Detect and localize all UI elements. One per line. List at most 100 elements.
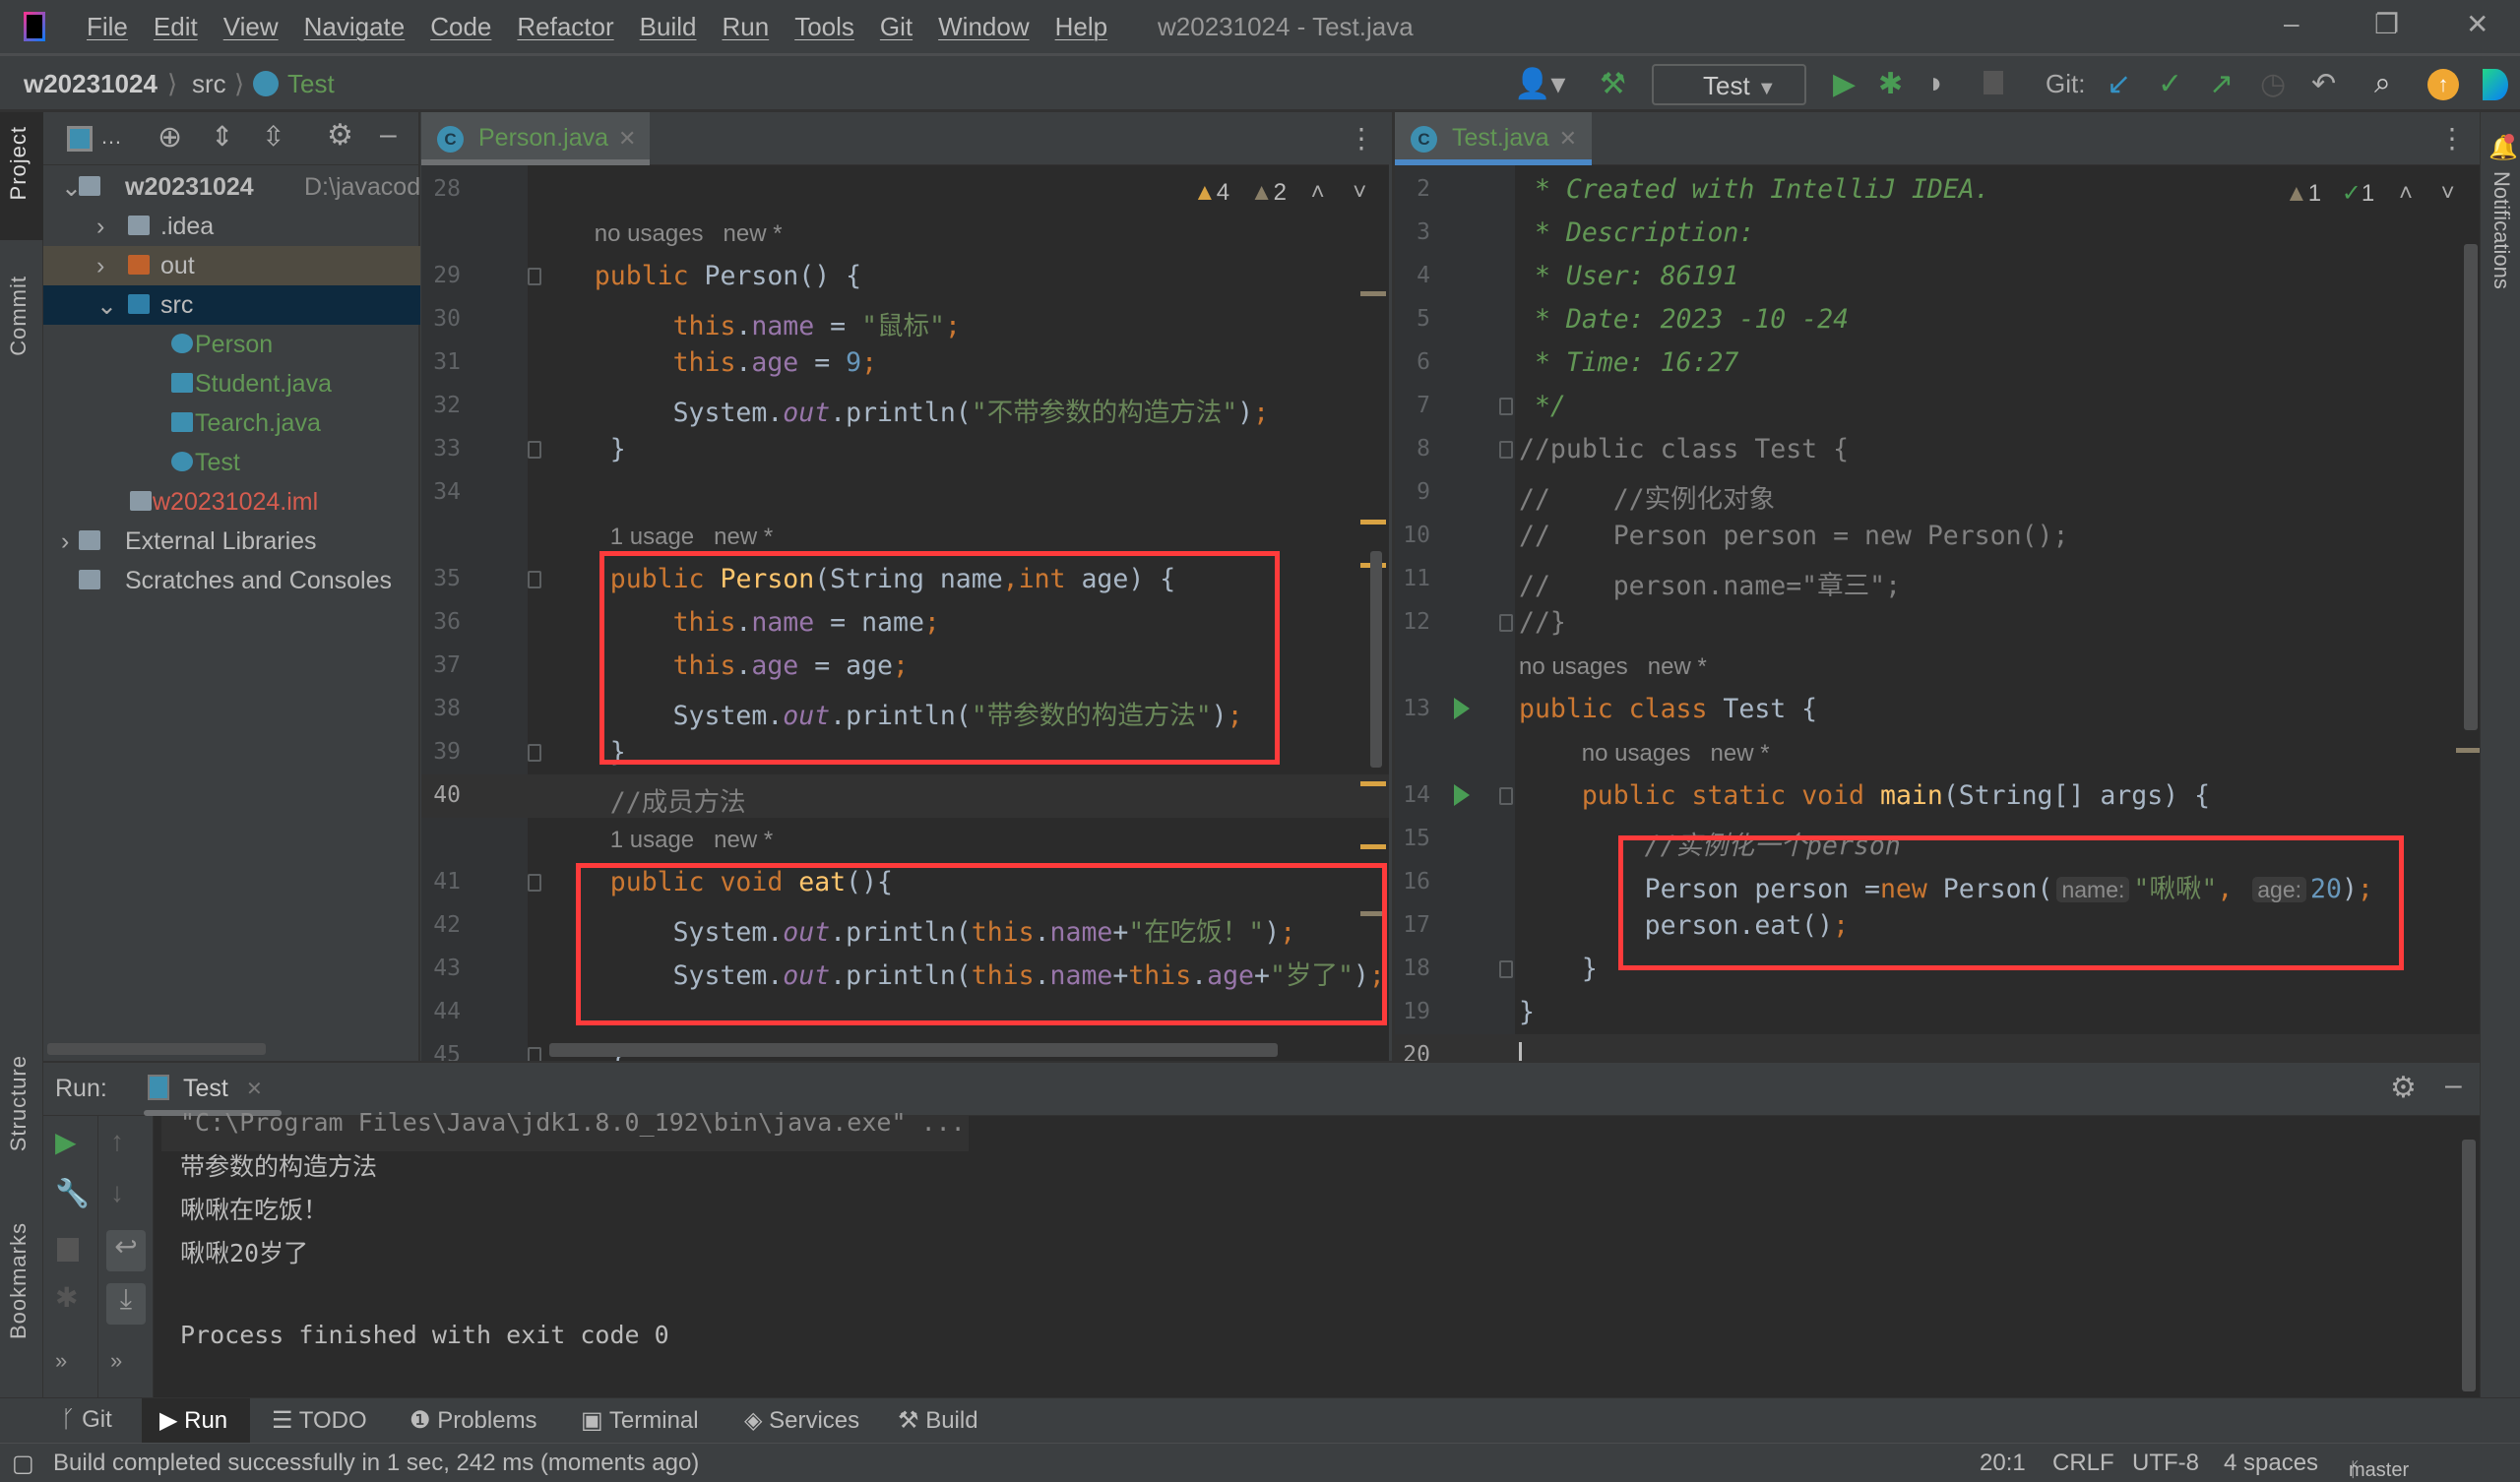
line-number[interactable]: 14 bbox=[1395, 782, 1430, 808]
more-icon[interactable]: » bbox=[55, 1348, 67, 1374]
tool-tab-structure[interactable]: Structure bbox=[6, 1055, 32, 1151]
gear-icon[interactable]: ⚙ bbox=[327, 118, 353, 153]
run-gutter-icon[interactable] bbox=[1454, 698, 1470, 719]
chevron-down-icon[interactable]: ⌄ bbox=[96, 291, 117, 321]
line-number[interactable]: 31 bbox=[421, 349, 461, 375]
tool-tab-problems[interactable]: ❶ Problems bbox=[410, 1406, 537, 1435]
tool-tab-build[interactable]: ⚒ Build bbox=[898, 1406, 978, 1435]
line-number[interactable]: 42 bbox=[421, 912, 461, 938]
v-scrollbar[interactable] bbox=[2464, 244, 2478, 730]
status-message[interactable]: Build completed successfully in 1 sec, 2… bbox=[53, 1450, 699, 1477]
chevron-right-icon[interactable]: › bbox=[61, 527, 69, 556]
tab-person-java[interactable]: C Person.java ✕ bbox=[421, 112, 650, 165]
line-number[interactable]: 37 bbox=[421, 652, 461, 678]
prev-highlight-icon[interactable]: ˄ bbox=[1311, 179, 1325, 206]
error-stripe-mark[interactable] bbox=[1360, 844, 1386, 849]
menu-window[interactable]: Window bbox=[938, 12, 1029, 42]
line-number[interactable]: 8 bbox=[1395, 436, 1430, 462]
tool-tab-notifications[interactable]: Notifications bbox=[2488, 171, 2514, 289]
indent-setting[interactable]: 4 spaces bbox=[2224, 1450, 2318, 1477]
line-number[interactable]: 39 bbox=[421, 739, 461, 765]
wrench-icon[interactable]: 🔧 bbox=[55, 1177, 90, 1209]
menu-navigate[interactable]: Navigate bbox=[304, 12, 406, 42]
usage-hint[interactable]: no usages new * bbox=[1582, 740, 1770, 768]
git-update-icon[interactable]: ↙ bbox=[2107, 67, 2131, 101]
rollback-icon[interactable]: ↶ bbox=[2311, 67, 2336, 101]
status-panel-icon[interactable]: ▢ bbox=[12, 1450, 34, 1478]
coverage-icon[interactable]: ◗ bbox=[1927, 67, 1945, 100]
line-number[interactable]: 11 bbox=[1395, 566, 1430, 591]
close-tab-icon[interactable]: ✕ bbox=[1559, 126, 1577, 151]
tree-item[interactable]: › .idea bbox=[43, 207, 420, 246]
tree-item[interactable]: ⌄ src bbox=[43, 285, 420, 325]
more-icon[interactable]: » bbox=[110, 1348, 122, 1374]
line-number[interactable]: 10 bbox=[1395, 523, 1430, 548]
tool-tab-terminal[interactable]: ▣ Terminal bbox=[581, 1406, 699, 1435]
history-icon[interactable]: ◷ bbox=[2260, 67, 2286, 101]
stop-icon[interactable] bbox=[57, 1238, 79, 1262]
tree-item[interactable]: Test bbox=[43, 443, 420, 482]
tool-tab-git[interactable]: ᚴ Git bbox=[61, 1406, 112, 1434]
menu-tools[interactable]: Tools bbox=[794, 12, 854, 42]
fold-icon[interactable] bbox=[1499, 441, 1513, 459]
menu-help[interactable]: Help bbox=[1055, 12, 1107, 42]
breadcrumb-project[interactable]: w20231024 bbox=[24, 69, 158, 99]
line-number[interactable]: 44 bbox=[421, 999, 461, 1024]
line-separator[interactable]: CRLF bbox=[2052, 1450, 2114, 1477]
run-icon[interactable]: ▶ bbox=[1833, 67, 1856, 101]
error-stripe-mark[interactable] bbox=[1360, 291, 1386, 296]
tab-test-java[interactable]: C Test.java ✕ bbox=[1395, 112, 1592, 165]
error-stripe-mark[interactable] bbox=[1360, 520, 1386, 525]
user-icon[interactable]: 👤▾ bbox=[1514, 67, 1565, 101]
collapse-all-icon[interactable]: ⇳ bbox=[262, 120, 284, 153]
line-number[interactable]: 35 bbox=[421, 566, 461, 591]
tree-item[interactable]: Tearch.java bbox=[43, 403, 420, 443]
rerun-icon[interactable]: ▶ bbox=[55, 1126, 77, 1158]
tree-item[interactable]: › External Libraries bbox=[43, 522, 420, 561]
chevron-right-icon[interactable]: › bbox=[96, 213, 104, 241]
line-number[interactable]: 4 bbox=[1395, 263, 1430, 288]
line-number[interactable]: 17 bbox=[1395, 912, 1430, 938]
run-gutter-icon[interactable] bbox=[1454, 784, 1470, 806]
tool-tab-project[interactable]: Project bbox=[6, 126, 32, 200]
hide-icon[interactable]: – bbox=[380, 118, 397, 152]
expand-all-icon[interactable]: ⇕ bbox=[211, 120, 233, 153]
git-push-icon[interactable]: ↗ bbox=[2209, 67, 2234, 101]
tree-item[interactable]: › out bbox=[43, 246, 420, 285]
menu-refactor[interactable]: Refactor bbox=[517, 12, 613, 42]
line-number[interactable]: 32 bbox=[421, 393, 461, 418]
project-h-scrollbar[interactable] bbox=[47, 1043, 266, 1055]
line-number[interactable]: 43 bbox=[421, 956, 461, 981]
usage-hint[interactable]: 1 usage new * bbox=[610, 827, 773, 854]
tree-item[interactable]: ⌄w20231024D:\javacode\j bbox=[43, 167, 420, 207]
menu-file[interactable]: File bbox=[87, 12, 128, 42]
run-tab-test[interactable]: Test bbox=[183, 1075, 228, 1103]
next-highlight-icon[interactable]: ˅ bbox=[2441, 180, 2455, 207]
tool-tab-run[interactable]: ▶ Run bbox=[159, 1406, 227, 1435]
tree-item[interactable]: Student.java bbox=[43, 364, 420, 403]
line-number[interactable]: 36 bbox=[421, 609, 461, 635]
usage-hint[interactable]: 1 usage new * bbox=[610, 524, 773, 551]
down-arrow-icon[interactable]: ↓ bbox=[110, 1177, 124, 1208]
line-number[interactable]: 41 bbox=[421, 869, 461, 895]
fold-icon[interactable] bbox=[1499, 614, 1513, 632]
line-number[interactable]: 15 bbox=[1395, 826, 1430, 851]
menu-build[interactable]: Build bbox=[640, 12, 697, 42]
inspection-widget[interactable]: ▲1 ✓1 ˄ ˅ bbox=[2285, 179, 2455, 208]
line-number[interactable]: 34 bbox=[421, 479, 461, 505]
tool-tab-todo[interactable]: ☰ TODO bbox=[272, 1406, 367, 1435]
line-number[interactable]: 16 bbox=[1395, 869, 1430, 895]
tool-tab-services[interactable]: ◈ Services bbox=[744, 1406, 859, 1435]
line-number[interactable]: 13 bbox=[1395, 696, 1430, 721]
fold-icon[interactable] bbox=[1499, 787, 1513, 805]
line-number[interactable]: 29 bbox=[421, 263, 461, 288]
minimize-button[interactable]: – bbox=[2284, 8, 2300, 39]
file-encoding[interactable]: UTF-8 bbox=[2132, 1450, 2199, 1477]
fold-icon[interactable] bbox=[1499, 960, 1513, 978]
line-number[interactable]: 38 bbox=[421, 696, 461, 721]
scroll-to-end-icon[interactable]: ⤓ bbox=[106, 1283, 146, 1325]
close-button[interactable]: ✕ bbox=[2466, 8, 2488, 40]
maximize-button[interactable]: ❐ bbox=[2374, 8, 2399, 40]
h-scrollbar[interactable] bbox=[549, 1043, 1278, 1057]
menu-view[interactable]: View bbox=[223, 12, 279, 42]
